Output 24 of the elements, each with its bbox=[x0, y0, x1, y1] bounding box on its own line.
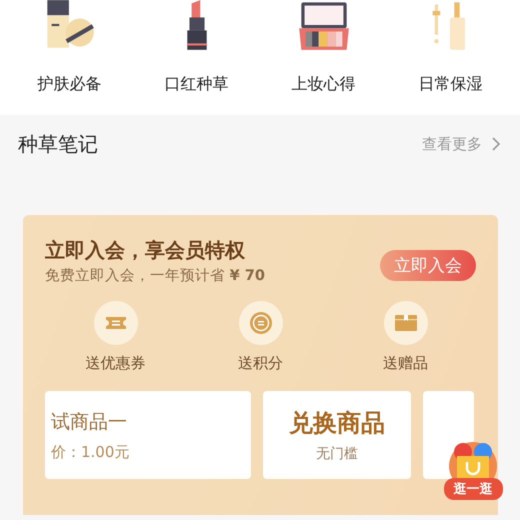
view-more-link[interactable]: 查看更多 bbox=[422, 134, 500, 154]
coupon-title: 试商品一 bbox=[51, 410, 128, 434]
membership-subtitle: 免费立即入会，一年预计省 ¥ 70 bbox=[45, 266, 265, 285]
palette-icon[interactable] bbox=[296, 0, 350, 50]
join-button[interactable]: 立即入会 bbox=[380, 250, 476, 281]
category-label[interactable]: 护肤必备 bbox=[38, 74, 102, 95]
chevron-right-icon bbox=[492, 137, 500, 151]
shopping-badge[interactable]: 逛一逛 bbox=[438, 440, 508, 506]
product-coupon[interactable]: 试商品一 价：1.00元 bbox=[45, 391, 251, 479]
membership-title: 立即入会，享会员特权 bbox=[45, 237, 246, 264]
coupon-title: 兑换商品 bbox=[289, 408, 385, 439]
coupon-price: 价：1.00元 bbox=[51, 442, 130, 462]
section-title: 种草笔记 bbox=[18, 130, 98, 158]
exchange-coupon[interactable]: 兑换商品 无门槛 bbox=[263, 391, 411, 479]
coin-icon[interactable] bbox=[238, 301, 282, 345]
coupon-subtitle: 无门槛 bbox=[316, 445, 358, 463]
gift-box-icon[interactable] bbox=[384, 301, 428, 345]
benefit-label: 送积分 bbox=[238, 354, 283, 373]
ticket-icon[interactable] bbox=[94, 301, 138, 345]
benefit-label: 送优惠券 bbox=[86, 354, 146, 373]
category-label[interactable]: 日常保湿 bbox=[418, 74, 482, 95]
category-label[interactable]: 口红种草 bbox=[164, 74, 228, 95]
category-label[interactable]: 上妆心得 bbox=[292, 74, 356, 95]
benefit-label: 送赠品 bbox=[383, 354, 428, 373]
